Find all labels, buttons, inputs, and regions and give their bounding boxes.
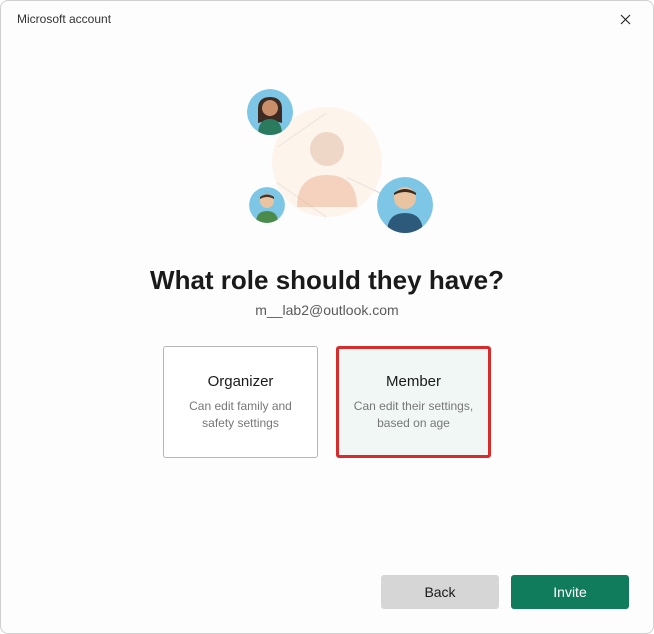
- window-title: Microsoft account: [17, 12, 607, 26]
- role-title: Member: [386, 373, 441, 390]
- close-button[interactable]: [607, 5, 643, 33]
- role-card-organizer[interactable]: Organizer Can edit family and safety set…: [163, 346, 318, 458]
- center-avatar-icon: [282, 117, 372, 207]
- email-subheading: m__lab2@outlook.com: [255, 302, 398, 318]
- invite-button[interactable]: Invite: [511, 575, 629, 609]
- role-description: Can edit their settings, based on age: [351, 398, 476, 430]
- page-heading: What role should they have?: [150, 265, 504, 296]
- avatar-woman-icon: [247, 89, 293, 135]
- avatar-man-icon: [377, 177, 433, 233]
- role-cards: Organizer Can edit family and safety set…: [163, 346, 491, 458]
- content-area: What role should they have? m__lab2@outl…: [1, 37, 653, 559]
- footer: Back Invite: [1, 559, 653, 633]
- role-card-member[interactable]: Member Can edit their settings, based on…: [336, 346, 491, 458]
- avatar-boy-icon: [249, 187, 285, 223]
- back-button[interactable]: Back: [381, 575, 499, 609]
- role-title: Organizer: [208, 373, 274, 390]
- family-illustration: [217, 77, 437, 247]
- close-icon: [620, 14, 631, 25]
- dialog-window: Microsoft account What role should they …: [0, 0, 654, 634]
- titlebar: Microsoft account: [1, 1, 653, 37]
- role-description: Can edit family and safety settings: [176, 398, 305, 430]
